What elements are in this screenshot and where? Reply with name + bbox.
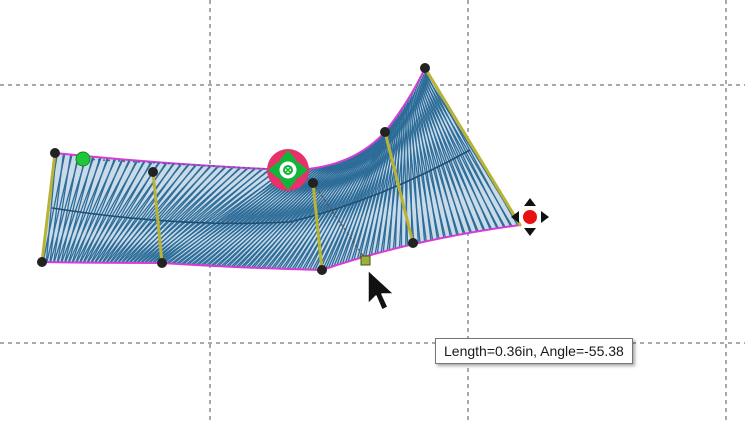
four-arrow-move-icon[interactable] bbox=[511, 198, 549, 236]
rotate-center-icon[interactable] bbox=[267, 149, 309, 191]
node[interactable] bbox=[308, 178, 318, 188]
measure-tooltip: Length=0.36in, Angle=-55.38 bbox=[435, 338, 633, 364]
node[interactable] bbox=[37, 257, 47, 267]
start-point-icon[interactable] bbox=[75, 151, 91, 167]
node[interactable] bbox=[380, 127, 390, 137]
node[interactable] bbox=[157, 258, 167, 268]
design-svg bbox=[0, 0, 745, 423]
node[interactable] bbox=[420, 63, 430, 73]
measure-tooltip-text: Length=0.36in, Angle=-55.38 bbox=[444, 343, 624, 359]
drag-target-marker[interactable] bbox=[360, 255, 371, 266]
node[interactable] bbox=[148, 167, 158, 177]
end-point-icon[interactable] bbox=[523, 210, 537, 224]
arrow-cursor-icon bbox=[367, 269, 395, 311]
embroidery-canvas[interactable]: Length=0.36in, Angle=-55.38 bbox=[0, 0, 745, 423]
node[interactable] bbox=[408, 238, 418, 248]
node[interactable] bbox=[317, 265, 327, 275]
node[interactable] bbox=[50, 148, 60, 158]
